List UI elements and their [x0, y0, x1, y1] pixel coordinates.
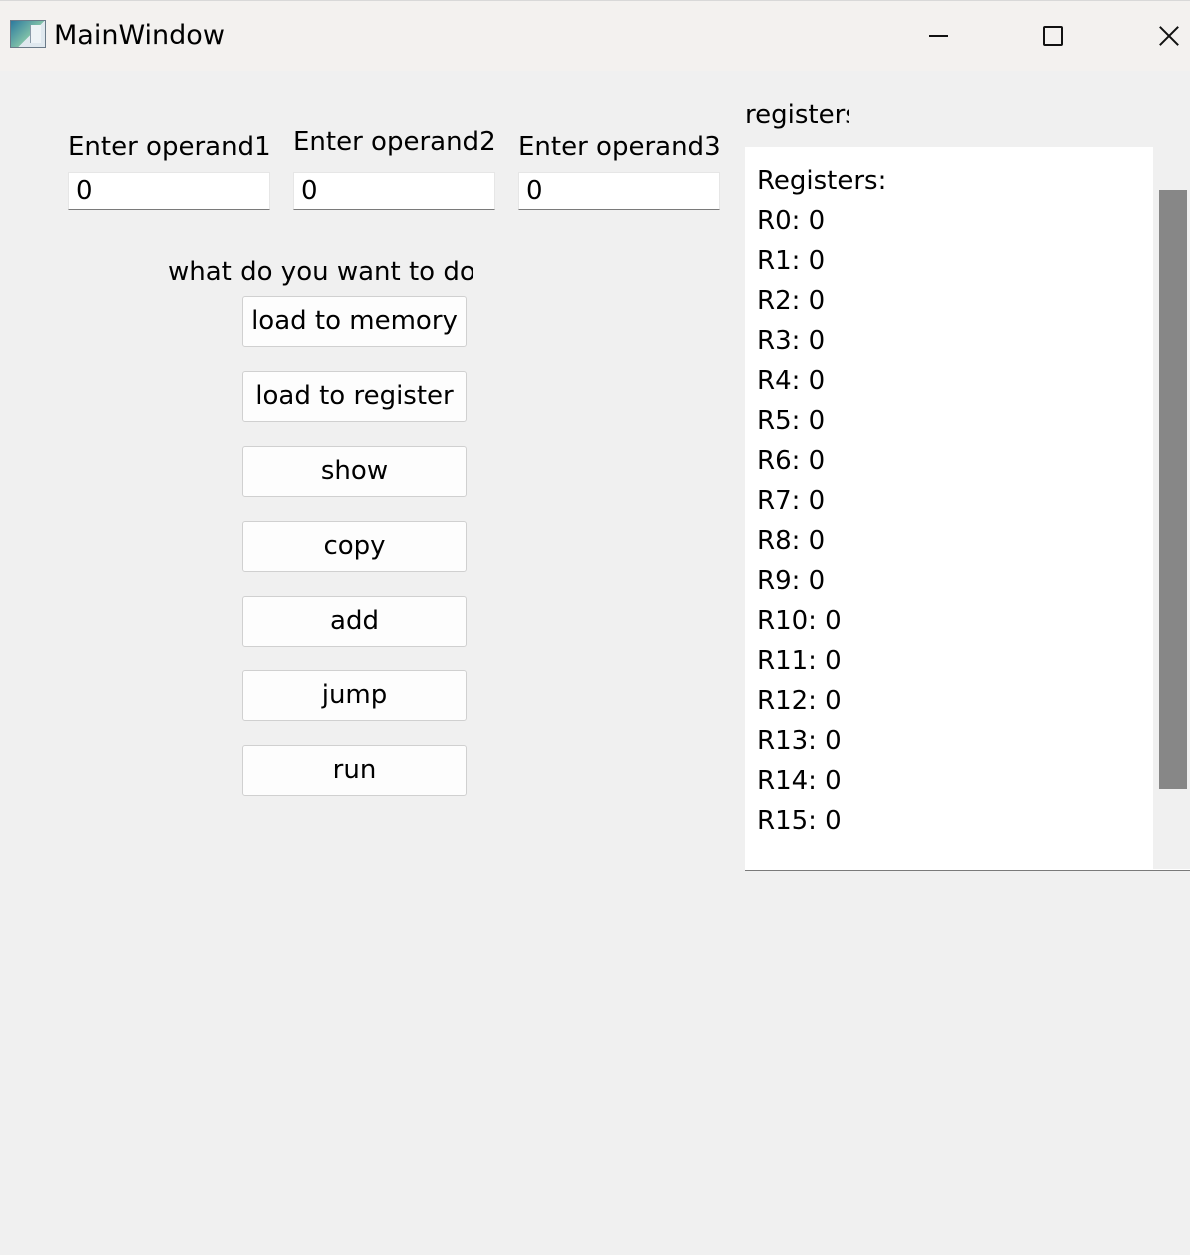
title-bar: MainWindow: [0, 0, 1190, 71]
operand1-input[interactable]: 0: [68, 172, 270, 210]
register-r7: R7: 0: [757, 486, 826, 516]
register-r5: R5: 0: [757, 406, 826, 436]
operand3-input[interactable]: 0: [518, 172, 720, 210]
scrollbar-thumb[interactable]: [1159, 190, 1187, 789]
register-r6: R6: 0: [757, 446, 826, 476]
action-prompt: what do you want to do: [168, 257, 473, 287]
run-button[interactable]: run: [242, 745, 467, 796]
app-window-icon: [10, 20, 46, 48]
registers-label: registers: [745, 100, 849, 130]
operand2-label: Enter operand2: [293, 127, 496, 157]
maximize-icon[interactable]: [1026, 13, 1078, 59]
register-r0: R0: 0: [757, 206, 826, 236]
operand1-label: Enter operand1: [68, 132, 271, 162]
window-title: MainWindow: [54, 20, 225, 51]
register-r13: R13: 0: [757, 726, 842, 756]
jump-button[interactable]: jump: [242, 670, 467, 721]
show-button[interactable]: show: [242, 446, 467, 497]
add-button[interactable]: add: [242, 596, 467, 647]
register-r3: R3: 0: [757, 326, 826, 356]
register-r4: R4: 0: [757, 366, 826, 396]
copy-button[interactable]: copy: [242, 521, 467, 572]
minimize-icon[interactable]: [912, 13, 964, 59]
close-icon[interactable]: [1142, 13, 1190, 59]
register-r1: R1: 0: [757, 246, 826, 276]
load-to-memory-button[interactable]: load to memory: [242, 296, 467, 347]
register-r11: R11: 0: [757, 646, 842, 676]
load-to-register-button[interactable]: load to register: [242, 371, 467, 422]
register-r8: R8: 0: [757, 526, 826, 556]
operand3-label: Enter operand3: [518, 132, 721, 162]
register-r10: R10: 0: [757, 606, 842, 636]
operand2-input[interactable]: 0: [293, 172, 495, 210]
register-r14: R14: 0: [757, 766, 842, 796]
register-r9: R9: 0: [757, 566, 826, 596]
register-list: Registers: R0: 0 R1: 0 R2: 0 R3: 0 R4: 0…: [757, 161, 886, 841]
register-list-header: Registers:: [757, 166, 887, 196]
register-r12: R12: 0: [757, 686, 842, 716]
register-r15: R15: 0: [757, 806, 842, 836]
register-r2: R2: 0: [757, 286, 826, 316]
registers-output[interactable]: Registers: R0: 0 R1: 0 R2: 0 R3: 0 R4: 0…: [745, 147, 1190, 871]
